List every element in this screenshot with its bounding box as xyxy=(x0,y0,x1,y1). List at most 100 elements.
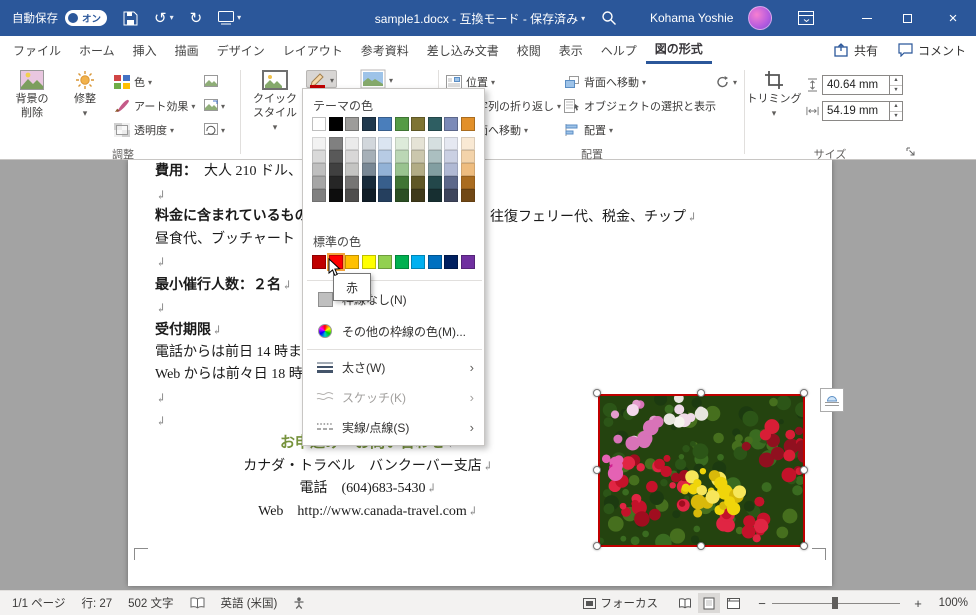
theme-color-variant-swatch[interactable] xyxy=(427,137,442,150)
theme-color-variant-swatch[interactable] xyxy=(345,189,359,202)
theme-color-variant-swatch[interactable] xyxy=(312,163,326,176)
close-button[interactable]: × xyxy=(936,0,970,36)
ribbon-tab-11[interactable]: 図の形式 xyxy=(645,36,712,64)
zoom-out-button[interactable] xyxy=(754,596,770,611)
ribbon-tab-8[interactable]: 校閲 xyxy=(508,36,550,64)
comments-button[interactable]: コメント xyxy=(898,42,966,59)
standard-color-swatch[interactable] xyxy=(378,255,392,269)
resize-handle-se[interactable] xyxy=(800,542,808,550)
theme-color-variant-swatch[interactable] xyxy=(460,163,475,176)
theme-color-swatch[interactable] xyxy=(394,117,409,131)
search-icon[interactable] xyxy=(601,10,617,26)
ribbon-tab-1[interactable]: ホーム xyxy=(70,36,124,64)
theme-color-variant-swatch[interactable] xyxy=(328,150,343,163)
theme-color-variant-swatch[interactable] xyxy=(460,189,475,202)
print-layout-button[interactable] xyxy=(698,593,720,613)
resize-handle-ne[interactable] xyxy=(800,389,808,397)
zoom-slider-thumb[interactable] xyxy=(832,597,838,609)
color-button[interactable]: 色 xyxy=(114,72,152,92)
resize-handle-sw[interactable] xyxy=(593,542,601,550)
picture-style-preview[interactable] xyxy=(360,69,393,89)
compress-picture-button[interactable] xyxy=(204,72,218,90)
read-mode-button[interactable] xyxy=(674,593,696,613)
height-input[interactable]: 40.64 mm xyxy=(822,75,890,95)
resize-handle-s[interactable] xyxy=(697,542,705,550)
language-indicator[interactable]: 英語 (米国) xyxy=(221,595,278,611)
line-indicator[interactable]: 行: 27 xyxy=(81,595,112,611)
dashes-item[interactable]: 実線/点線(S) › xyxy=(304,413,484,441)
rotate-button[interactable] xyxy=(716,72,737,90)
theme-color-variant-swatch[interactable] xyxy=(427,150,442,163)
theme-color-variant-swatch[interactable] xyxy=(328,189,343,202)
theme-color-variant-swatch[interactable] xyxy=(460,137,475,150)
theme-color-swatch[interactable] xyxy=(312,117,326,131)
align-button[interactable]: 配置 xyxy=(564,120,613,140)
transparency-button[interactable]: 透明度 xyxy=(114,120,174,140)
artistic-effects-button[interactable]: アート効果 xyxy=(114,96,195,116)
ribbon-tab-4[interactable]: デザイン xyxy=(208,36,274,64)
theme-color-swatch[interactable] xyxy=(378,117,392,131)
theme-color-variant-swatch[interactable] xyxy=(460,150,475,163)
theme-color-variant-swatch[interactable] xyxy=(345,137,359,150)
picture-border-button[interactable] xyxy=(306,70,338,88)
theme-color-variant-swatch[interactable] xyxy=(312,150,326,163)
proofing-icon[interactable] xyxy=(190,597,205,609)
theme-color-variant-swatch[interactable] xyxy=(378,150,392,163)
theme-color-variant-swatch[interactable] xyxy=(394,163,409,176)
minimize-button[interactable] xyxy=(850,0,884,36)
ribbon-display-options-icon[interactable] xyxy=(798,11,814,25)
theme-color-variant-swatch[interactable] xyxy=(460,176,475,189)
theme-color-swatch[interactable] xyxy=(427,117,442,131)
corrections-button[interactable]: 修整 xyxy=(62,70,108,119)
theme-color-variant-swatch[interactable] xyxy=(328,137,343,150)
theme-color-variant-swatch[interactable] xyxy=(411,150,425,163)
maximize-button[interactable] xyxy=(890,0,924,36)
width-spinner[interactable] xyxy=(890,101,903,121)
resize-handle-nw[interactable] xyxy=(593,389,601,397)
theme-color-variant-swatch[interactable] xyxy=(411,163,425,176)
theme-color-variant-swatch[interactable] xyxy=(411,176,425,189)
standard-color-swatch[interactable] xyxy=(460,255,475,269)
theme-color-variant-swatch[interactable] xyxy=(361,189,376,202)
quick-access-icon[interactable]: ▾ xyxy=(218,11,241,25)
selected-picture[interactable] xyxy=(598,394,805,547)
theme-color-swatch[interactable] xyxy=(460,117,475,131)
ribbon-tab-0[interactable]: ファイル xyxy=(4,36,70,64)
width-input[interactable]: 54.19 mm xyxy=(822,101,890,121)
theme-color-variant-swatch[interactable] xyxy=(361,137,376,150)
theme-color-variant-swatch[interactable] xyxy=(411,189,425,202)
theme-color-variant-swatch[interactable] xyxy=(427,189,442,202)
theme-color-variant-swatch[interactable] xyxy=(378,189,392,202)
theme-color-variant-swatch[interactable] xyxy=(444,137,458,150)
theme-color-swatch[interactable] xyxy=(328,117,343,131)
standard-color-swatch[interactable] xyxy=(427,255,442,269)
weight-item[interactable]: 太さ(W) › xyxy=(304,353,484,381)
char-count[interactable]: 502 文字 xyxy=(128,595,173,611)
redo-button[interactable]: ↻ xyxy=(190,11,203,26)
remove-background-button[interactable]: 背景の 削除 xyxy=(6,70,58,121)
theme-color-variant-swatch[interactable] xyxy=(394,189,409,202)
document-line[interactable]: Web http://www.canada-travel.com↲ xyxy=(155,500,581,523)
theme-color-variant-swatch[interactable] xyxy=(361,150,376,163)
document-line[interactable]: 電話 (604)683-5430↲ xyxy=(155,477,581,500)
theme-color-variant-swatch[interactable] xyxy=(312,176,326,189)
ribbon-tab-5[interactable]: レイアウト xyxy=(274,36,352,64)
standard-color-swatch[interactable] xyxy=(411,255,425,269)
more-outline-colors-item[interactable]: その他の枠線の色(M)... xyxy=(304,317,484,345)
standard-color-swatch[interactable] xyxy=(394,255,409,269)
theme-color-variant-swatch[interactable] xyxy=(345,150,359,163)
undo-button[interactable]: ↺ ▾ xyxy=(154,11,174,26)
theme-color-variant-swatch[interactable] xyxy=(427,163,442,176)
standard-color-swatch[interactable] xyxy=(312,255,326,269)
focus-button[interactable]: フォーカス xyxy=(601,595,659,611)
theme-color-swatch[interactable] xyxy=(361,117,376,131)
reset-picture-button[interactable] xyxy=(204,120,225,138)
theme-color-variant-swatch[interactable] xyxy=(444,176,458,189)
layout-options-button[interactable] xyxy=(820,388,844,412)
theme-color-variant-swatch[interactable] xyxy=(444,163,458,176)
theme-color-variant-swatch[interactable] xyxy=(394,176,409,189)
theme-color-variant-swatch[interactable] xyxy=(427,176,442,189)
chevron-down-icon[interactable]: ▾ xyxy=(237,14,241,22)
quick-styles-button[interactable]: クイック スタイル xyxy=(248,70,302,133)
change-picture-button[interactable] xyxy=(204,96,225,114)
